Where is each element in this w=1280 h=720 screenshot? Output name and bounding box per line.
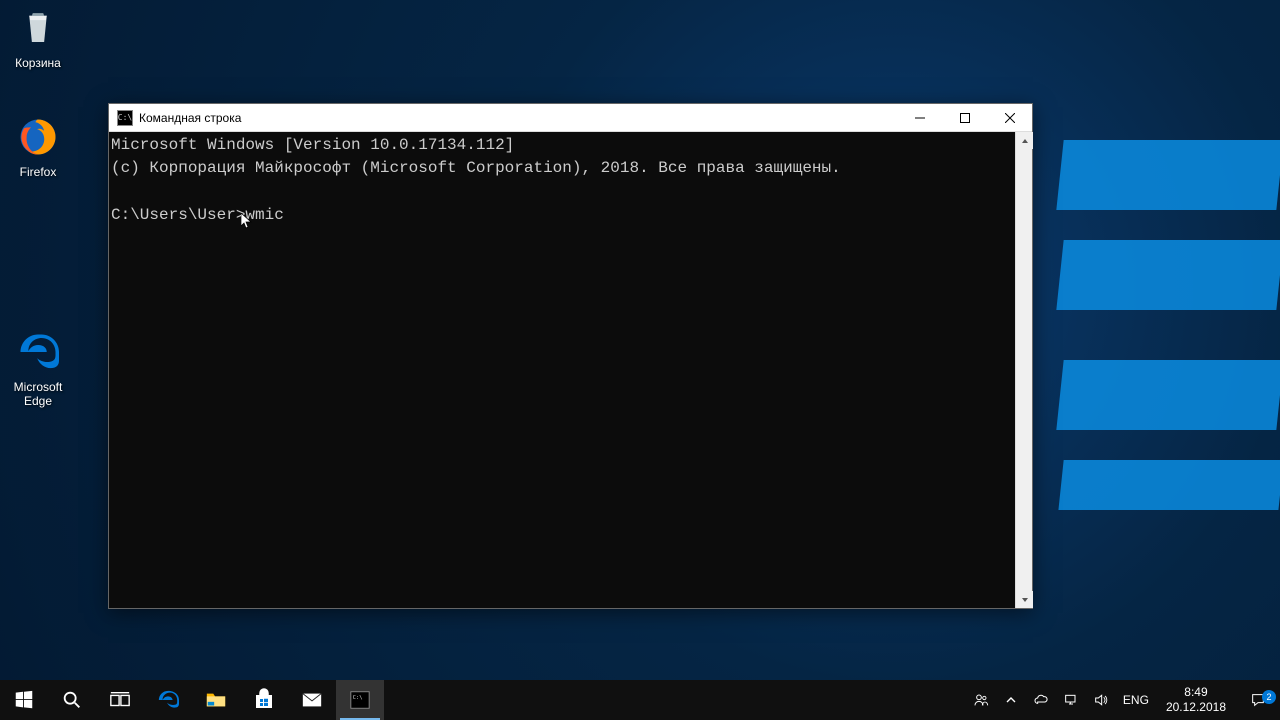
console-line: Microsoft Windows [Version 10.0.17134.11… xyxy=(111,136,514,154)
desktop-icon-label: Корзина xyxy=(0,56,76,70)
folder-icon xyxy=(205,689,227,711)
tray-network[interactable] xyxy=(1056,680,1086,720)
taskbar-edge[interactable] xyxy=(144,680,192,720)
firefox-icon xyxy=(14,113,62,161)
desktop-icon-recycle-bin[interactable]: Корзина xyxy=(0,4,76,70)
taskbar-clock[interactable]: 8:49 20.12.2018 xyxy=(1156,685,1236,715)
taskbar-cmd[interactable]: C:\ xyxy=(336,680,384,720)
recycle-bin-icon xyxy=(14,4,62,52)
clock-date: 20.12.2018 xyxy=(1166,700,1226,715)
maximize-button[interactable] xyxy=(942,104,987,132)
network-icon xyxy=(1063,692,1079,708)
cloud-icon xyxy=(1033,692,1049,708)
close-button[interactable] xyxy=(987,104,1032,132)
scroll-down-button[interactable] xyxy=(1016,591,1033,608)
clock-time: 8:49 xyxy=(1166,685,1226,700)
people-icon xyxy=(973,692,989,708)
store-icon xyxy=(252,688,276,712)
language-indicator[interactable]: ENG xyxy=(1116,680,1156,720)
edge-icon xyxy=(157,689,179,711)
task-view-icon xyxy=(109,689,131,711)
taskbar-mail[interactable] xyxy=(288,680,336,720)
language-text: ENG xyxy=(1123,693,1149,707)
action-center-button[interactable]: 2 xyxy=(1236,692,1280,708)
scroll-up-button[interactable] xyxy=(1016,132,1033,149)
svg-text:C:\: C:\ xyxy=(353,695,363,701)
desktop-icon-label: Microsoft Edge xyxy=(0,380,76,409)
tray-overflow-button[interactable] xyxy=(996,680,1026,720)
console-output[interactable]: Microsoft Windows [Version 10.0.17134.11… xyxy=(109,132,1015,608)
cmd-icon: C:\ xyxy=(117,110,133,126)
mail-icon xyxy=(301,689,323,711)
console-scrollbar[interactable] xyxy=(1015,132,1032,608)
volume-icon xyxy=(1093,692,1109,708)
taskbar: C:\ ENG 8:49 20.12.2018 2 xyxy=(0,680,1280,720)
windows-icon xyxy=(13,689,35,711)
window-titlebar[interactable]: C:\ Командная строка xyxy=(109,104,1032,132)
tray-onedrive[interactable] xyxy=(1026,680,1056,720)
search-icon xyxy=(61,689,83,711)
people-button[interactable] xyxy=(966,680,996,720)
command-prompt-window: C:\ Командная строка Microsoft Windows [… xyxy=(108,103,1033,609)
edge-icon xyxy=(14,328,62,376)
task-view-button[interactable] xyxy=(96,680,144,720)
tray-volume[interactable] xyxy=(1086,680,1116,720)
cmd-icon: C:\ xyxy=(349,689,371,711)
desktop-icon-firefox[interactable]: Firefox xyxy=(0,113,76,179)
window-title: Командная строка xyxy=(139,111,241,125)
desktop-icon-label: Firefox xyxy=(0,165,76,179)
start-button[interactable] xyxy=(0,680,48,720)
taskbar-file-explorer[interactable] xyxy=(192,680,240,720)
console-line: (c) Корпорация Майкрософт (Microsoft Cor… xyxy=(111,159,841,177)
chevron-up-icon xyxy=(1003,692,1019,708)
console-prompt: C:\Users\User> xyxy=(111,206,245,224)
console-command: wmic xyxy=(245,206,283,224)
desktop-icon-edge[interactable]: Microsoft Edge xyxy=(0,328,76,409)
taskbar-store[interactable] xyxy=(240,680,288,720)
minimize-button[interactable] xyxy=(897,104,942,132)
system-tray: ENG 8:49 20.12.2018 2 xyxy=(966,680,1280,720)
search-button[interactable] xyxy=(48,680,96,720)
notification-badge: 2 xyxy=(1262,690,1276,704)
